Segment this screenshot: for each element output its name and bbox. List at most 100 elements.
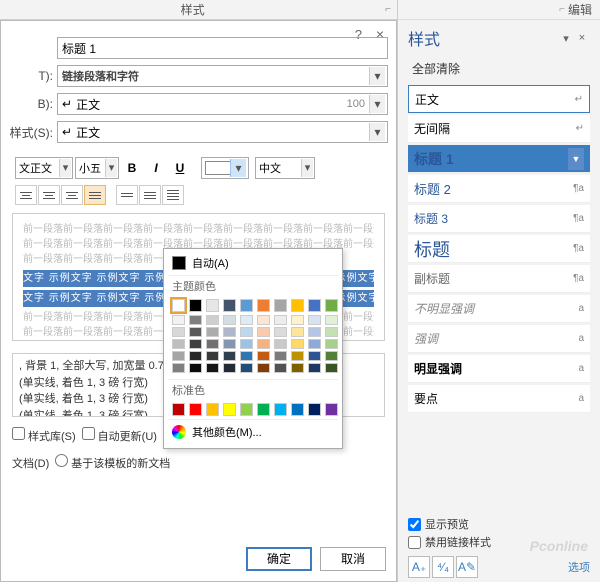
style-inspector-button[interactable]: ⁴⁄₄ <box>432 556 454 578</box>
options-link[interactable]: 选项 <box>568 559 590 575</box>
style-list-item[interactable]: 无间隔↵ <box>408 115 590 143</box>
dialog-launcher-icon[interactable]: ⌐ <box>385 4 391 15</box>
theme-shade-swatch[interactable] <box>172 351 185 361</box>
theme-shade-swatch[interactable] <box>308 339 321 349</box>
style-list-item[interactable]: 标题 2¶a <box>408 175 590 203</box>
theme-shade-swatch[interactable] <box>325 363 338 373</box>
size-combo[interactable]: 小五▾ <box>75 157 119 179</box>
panel-close-icon[interactable]: × <box>574 32 590 44</box>
line-spacing-2-button[interactable] <box>139 185 161 205</box>
theme-shade-swatch[interactable] <box>172 339 185 349</box>
cancel-button[interactable]: 取消 <box>320 547 386 571</box>
theme-color-swatch[interactable] <box>274 299 287 312</box>
scope-template-radio[interactable]: 基于该模板的新文档 <box>55 454 170 471</box>
automatic-color-row[interactable]: 自动(A) <box>168 253 338 273</box>
theme-shade-swatch[interactable] <box>223 327 236 337</box>
style-list-item[interactable]: 标题¶a <box>408 235 590 263</box>
theme-shade-swatch[interactable] <box>274 315 287 325</box>
standard-color-swatch[interactable] <box>257 403 270 416</box>
style-list-item[interactable]: 要点a <box>408 385 590 413</box>
theme-shade-swatch[interactable] <box>172 315 185 325</box>
standard-color-swatch[interactable] <box>274 403 287 416</box>
theme-shade-swatch[interactable] <box>189 339 202 349</box>
new-style-button[interactable]: A₊ <box>408 556 430 578</box>
theme-shade-swatch[interactable] <box>206 327 219 337</box>
theme-shade-swatch[interactable] <box>223 339 236 349</box>
font-color-combo[interactable]: ▾ <box>201 157 249 179</box>
align-left-button[interactable] <box>15 185 37 205</box>
standard-color-swatch[interactable] <box>189 403 202 416</box>
standard-color-swatch[interactable] <box>325 403 338 416</box>
style-item-dropdown-icon[interactable]: ▼ <box>568 148 584 170</box>
theme-shade-swatch[interactable] <box>240 339 253 349</box>
theme-color-swatch[interactable] <box>325 299 338 312</box>
theme-color-swatch[interactable] <box>240 299 253 312</box>
theme-shade-swatch[interactable] <box>189 315 202 325</box>
show-preview-checkbox[interactable]: 显示预览 <box>408 516 590 532</box>
next-style-combo[interactable]: ↵正文 ▾ <box>57 121 388 143</box>
theme-shade-swatch[interactable] <box>291 339 304 349</box>
style-type-combo[interactable]: 链接段落和字符 ▾ <box>57 65 388 87</box>
theme-shade-swatch[interactable] <box>240 315 253 325</box>
standard-color-swatch[interactable] <box>172 403 185 416</box>
style-list-item[interactable]: 明显强调a <box>408 355 590 383</box>
theme-color-swatch[interactable] <box>308 299 321 312</box>
launcher-icon[interactable]: ⌐ <box>559 4 565 15</box>
theme-shade-swatch[interactable] <box>257 315 270 325</box>
theme-shade-swatch[interactable] <box>257 339 270 349</box>
standard-color-swatch[interactable] <box>240 403 253 416</box>
line-spacing-1-button[interactable] <box>116 185 138 205</box>
close-icon[interactable]: × <box>376 26 384 42</box>
manage-styles-button[interactable]: A✎ <box>456 556 478 578</box>
italic-button[interactable]: I <box>145 157 167 179</box>
standard-color-swatch[interactable] <box>308 403 321 416</box>
theme-shade-swatch[interactable] <box>206 351 219 361</box>
theme-color-swatch[interactable] <box>291 299 304 312</box>
standard-color-swatch[interactable] <box>223 403 236 416</box>
theme-shade-swatch[interactable] <box>206 363 219 373</box>
style-list-item[interactable]: 不明显强调a <box>408 295 590 323</box>
theme-shade-swatch[interactable] <box>257 327 270 337</box>
align-right-button[interactable] <box>61 185 83 205</box>
style-list-item[interactable]: 正文↵ <box>408 85 590 113</box>
theme-shade-swatch[interactable] <box>172 327 185 337</box>
theme-color-swatch[interactable] <box>206 299 219 312</box>
theme-shade-swatch[interactable] <box>257 363 270 373</box>
theme-shade-swatch[interactable] <box>240 351 253 361</box>
underline-button[interactable]: U <box>169 157 191 179</box>
theme-shade-swatch[interactable] <box>189 351 202 361</box>
theme-shade-swatch[interactable] <box>325 339 338 349</box>
theme-shade-swatch[interactable] <box>308 351 321 361</box>
bold-button[interactable]: B <box>121 157 143 179</box>
theme-shade-swatch[interactable] <box>189 363 202 373</box>
theme-shade-swatch[interactable] <box>223 351 236 361</box>
theme-shade-swatch[interactable] <box>325 327 338 337</box>
theme-shade-swatch[interactable] <box>308 315 321 325</box>
theme-shade-swatch[interactable] <box>308 363 321 373</box>
theme-shade-swatch[interactable] <box>240 363 253 373</box>
more-colors-row[interactable]: 其他颜色(M)... <box>168 419 338 444</box>
theme-shade-swatch[interactable] <box>274 339 287 349</box>
theme-shade-swatch[interactable] <box>240 327 253 337</box>
style-list-item[interactable]: 标题 3¶a <box>408 205 590 233</box>
theme-shade-swatch[interactable] <box>308 327 321 337</box>
panel-dropdown-icon[interactable]: ▾ <box>558 32 574 45</box>
disable-linked-checkbox[interactable]: 禁用链接样式 <box>408 534 590 550</box>
theme-shade-swatch[interactable] <box>189 327 202 337</box>
theme-shade-swatch[interactable] <box>206 315 219 325</box>
add-to-stylelist-checkbox[interactable]: 样式库(S) <box>12 427 76 444</box>
based-on-combo[interactable]: ↵正文 100 ▾ <box>57 93 388 115</box>
scope-doc-radio[interactable]: 文档(D) <box>12 455 49 471</box>
style-list-item[interactable]: 副标题¶a <box>408 265 590 293</box>
theme-shade-swatch[interactable] <box>291 351 304 361</box>
theme-shade-swatch[interactable] <box>291 327 304 337</box>
theme-color-swatch[interactable] <box>257 299 270 312</box>
ok-button[interactable]: 确定 <box>246 547 312 571</box>
theme-shade-swatch[interactable] <box>223 363 236 373</box>
theme-color-swatch[interactable] <box>223 299 236 312</box>
font-combo[interactable]: 文正文▾ <box>15 157 73 179</box>
theme-shade-swatch[interactable] <box>291 315 304 325</box>
theme-shade-swatch[interactable] <box>206 339 219 349</box>
theme-shade-swatch[interactable] <box>257 351 270 361</box>
help-icon[interactable]: ? <box>355 27 362 42</box>
